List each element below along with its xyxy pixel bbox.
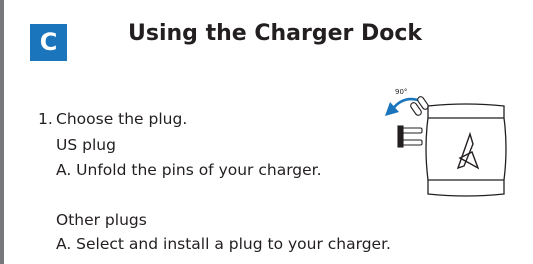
other-plugs-instruction: A. Select and install a plug to your cha…	[56, 235, 391, 253]
us-plug-heading: US plug	[56, 136, 116, 154]
charger-body	[425, 103, 507, 197]
other-plugs-heading: Other plugs	[56, 211, 147, 229]
step-label: Choose the plug.	[56, 110, 188, 128]
step-number: 1.	[38, 110, 53, 128]
section-title: Using the Charger Dock	[128, 21, 423, 46]
plug-pins-icon	[397, 125, 423, 148]
angle-label: 90°	[395, 88, 407, 96]
left-margin-rule	[0, 0, 4, 264]
us-plug-instruction: A. Unfold the pins of your charger.	[56, 161, 322, 179]
charger-illustration: 90°	[380, 88, 520, 203]
section-badge: C	[30, 24, 67, 61]
